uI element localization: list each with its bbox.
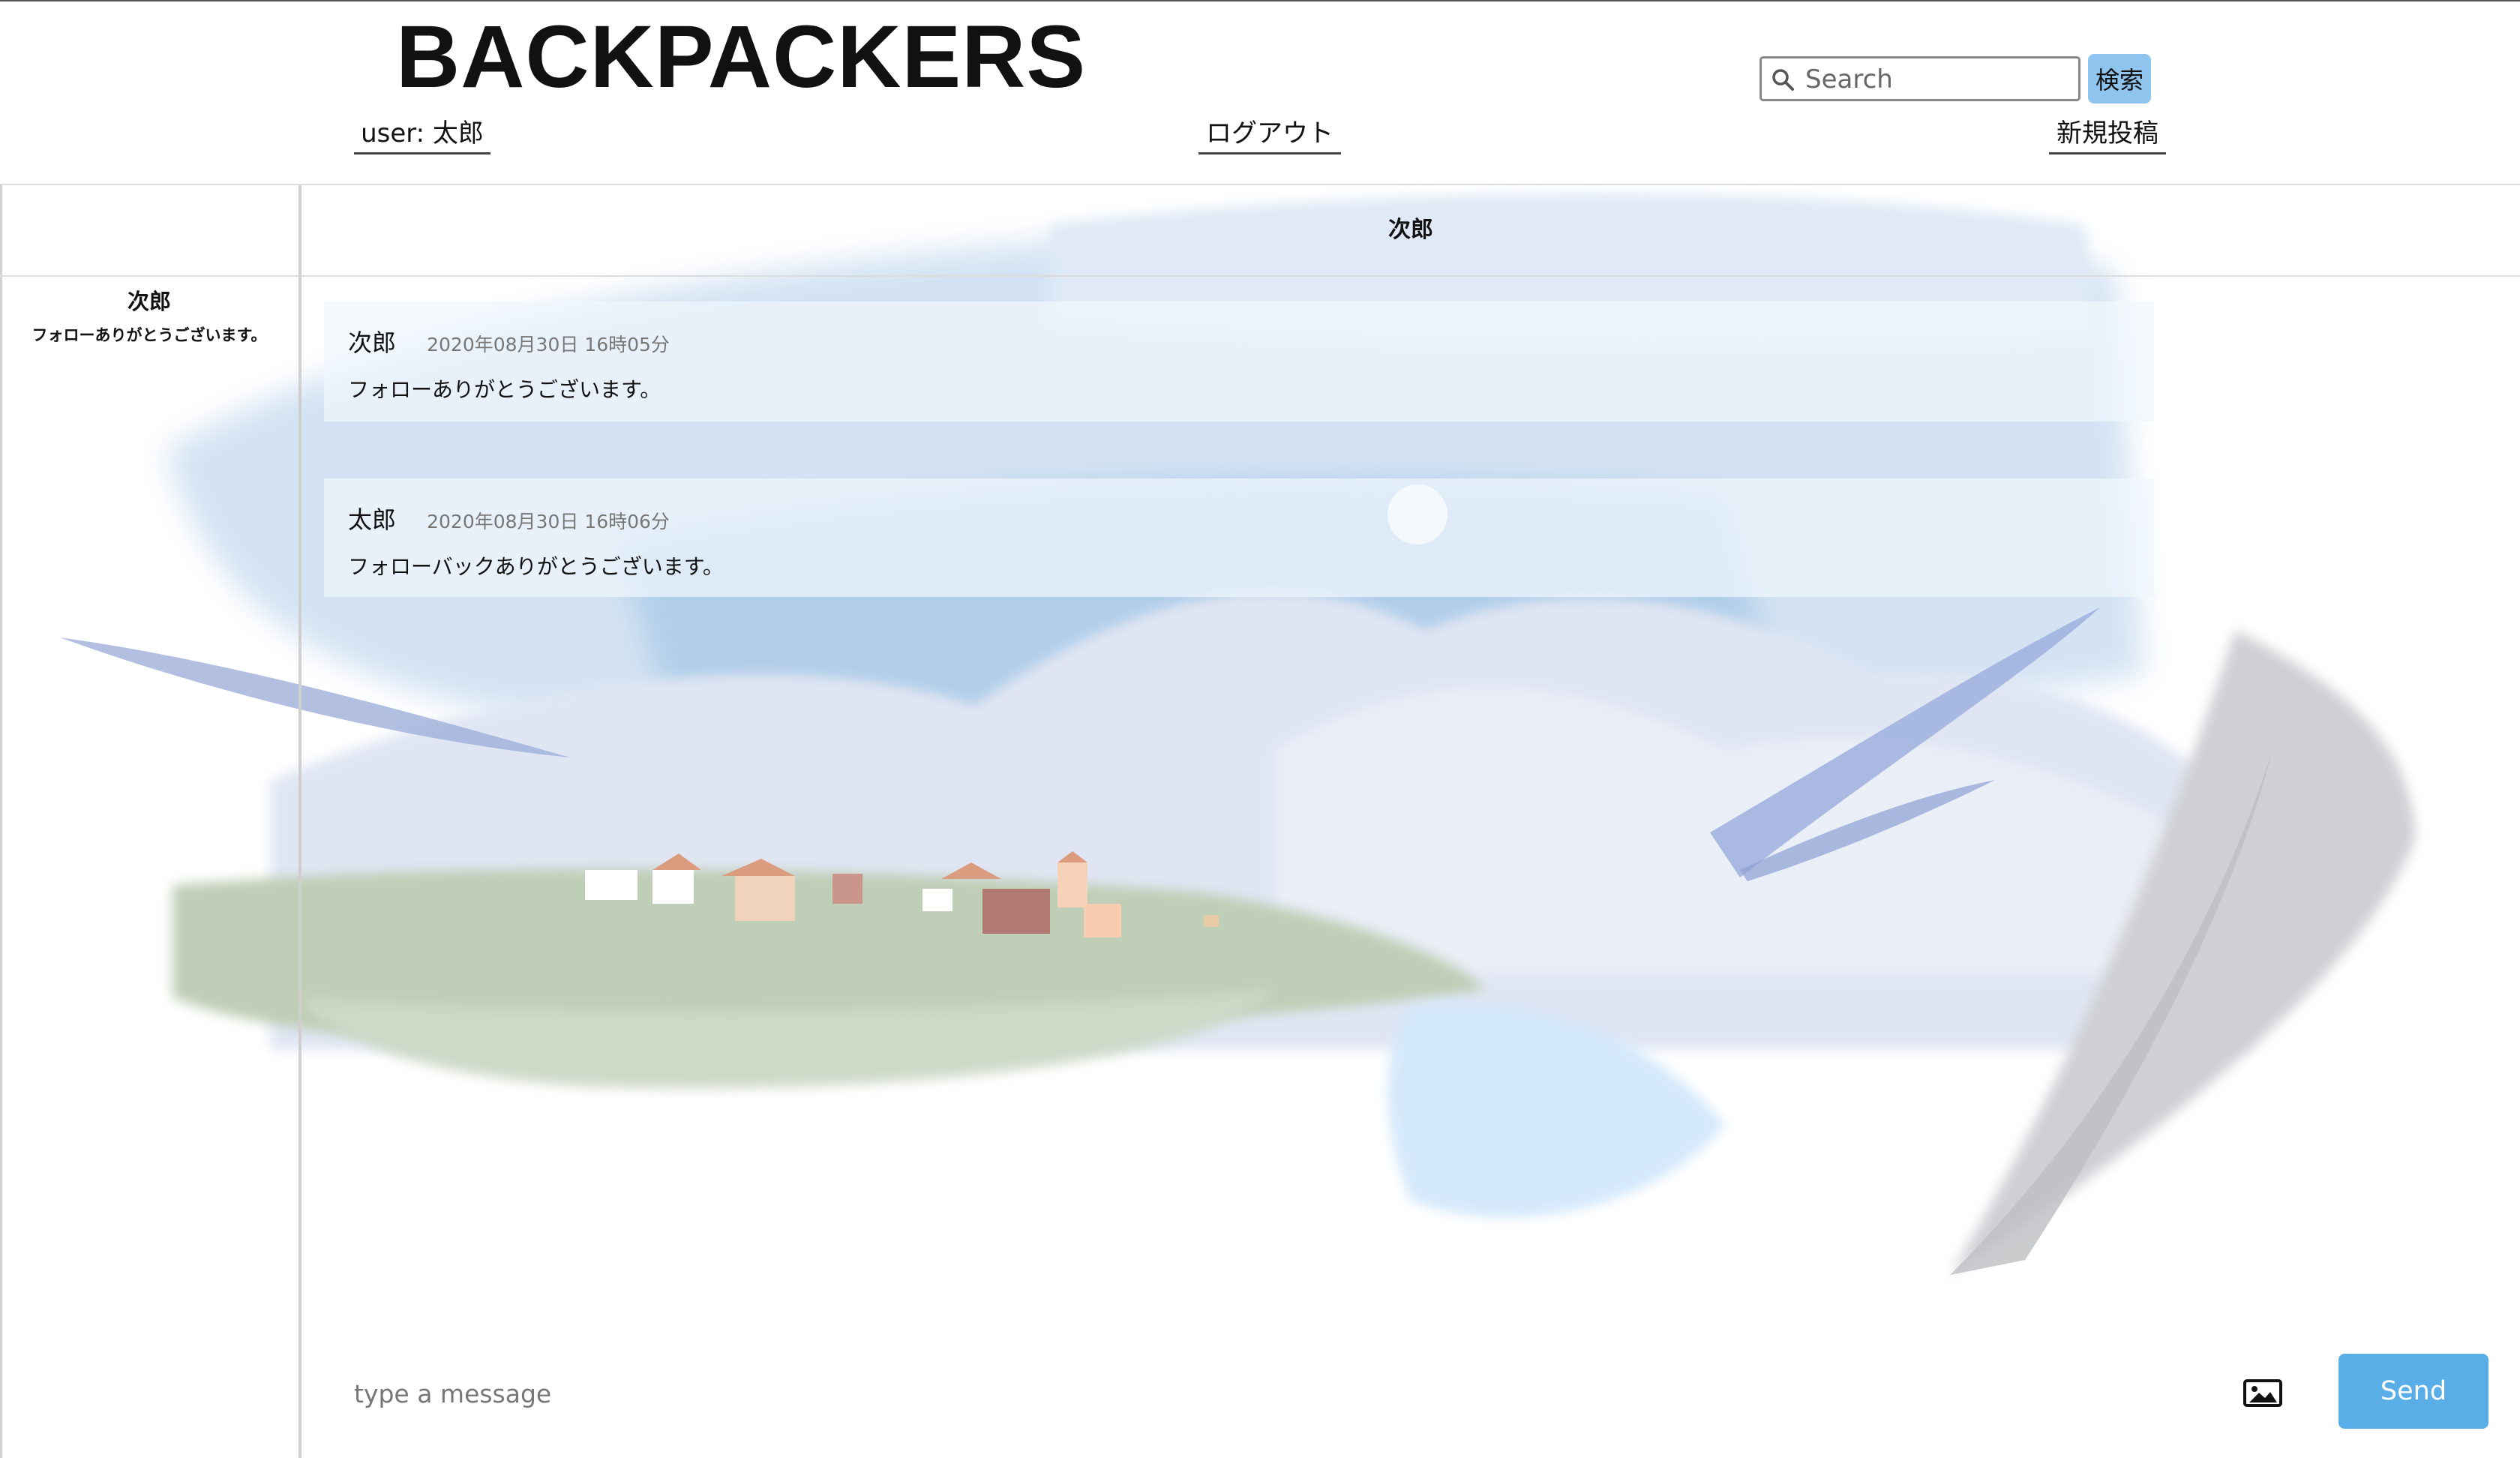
- conversation-preview: フォローありがとうございます。: [32, 326, 267, 344]
- logout-link[interactable]: ログアウト: [1198, 112, 1341, 154]
- conversation-name: 次郎: [127, 289, 171, 314]
- message-item: 太郎 2020年08月30日 16時06分 フォローバックありがとうございます。: [324, 478, 2154, 597]
- message-author: 次郎: [348, 328, 397, 357]
- image-icon: [2243, 1379, 2282, 1407]
- message-author: 太郎: [348, 506, 397, 534]
- message-text: フォローバックありがとうございます。: [348, 554, 724, 579]
- sidebar-header: [0, 185, 298, 277]
- image-upload-button[interactable]: [2242, 1377, 2292, 1414]
- chat-partner-name: 次郎: [302, 185, 2520, 277]
- search-icon: [1772, 69, 1794, 91]
- search-box[interactable]: [1760, 56, 2080, 101]
- message-timestamp: 2020年08月30日 16時06分: [427, 511, 670, 532]
- brand-logo[interactable]: BACKPACKERS: [396, 4, 1086, 110]
- search-input[interactable]: [1804, 62, 2077, 98]
- message-text: フォローありがとうございます。: [348, 377, 662, 402]
- send-button[interactable]: Send: [2338, 1354, 2488, 1429]
- message-item: 次郎 2020年08月30日 16時05分 フォローありがとうございます。: [324, 302, 2154, 422]
- top-border: [0, 0, 2520, 2]
- message-input[interactable]: [352, 1366, 2156, 1420]
- conversation-item[interactable]: 次郎 フォローありがとうございます。: [0, 277, 298, 352]
- conversation-sidebar: 次郎 フォローありがとうございます。: [0, 185, 302, 1458]
- search-button[interactable]: 検索: [2088, 54, 2151, 104]
- user-link[interactable]: user: 太郎: [354, 112, 490, 154]
- new-post-link[interactable]: 新規投稿: [2049, 112, 2166, 154]
- message-timestamp: 2020年08月30日 16時05分: [427, 334, 670, 356]
